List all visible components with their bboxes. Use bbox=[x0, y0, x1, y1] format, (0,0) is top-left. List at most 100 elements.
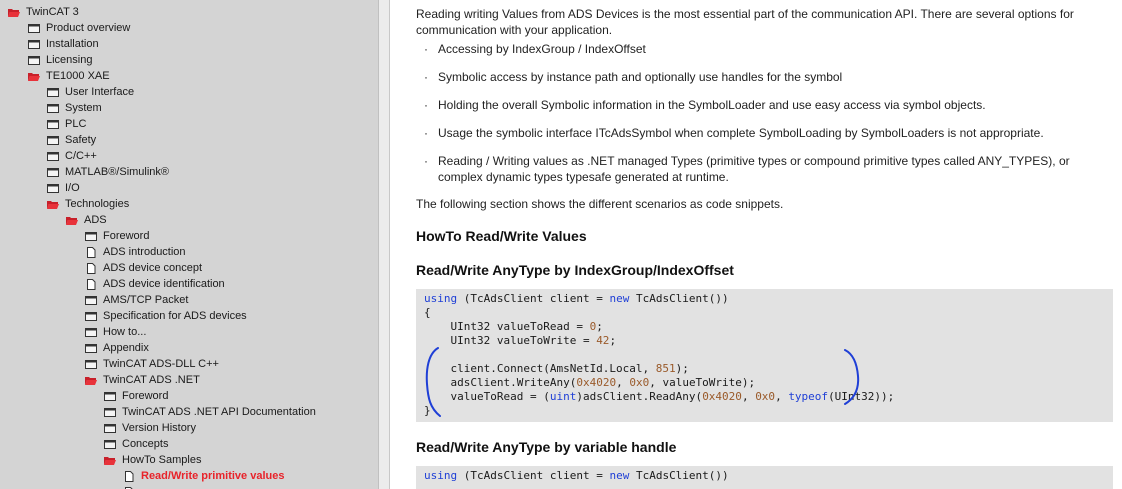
open-folder-icon bbox=[28, 72, 40, 81]
tree-item-appendix[interactable]: Appendix bbox=[85, 340, 149, 356]
tree-item-installation[interactable]: Installation bbox=[28, 36, 99, 52]
tree-item-c-cpp[interactable]: C/C++ bbox=[47, 148, 97, 164]
tree-item-concepts[interactable]: Concepts bbox=[104, 436, 168, 452]
tree-item-label: Specification for ADS devices bbox=[103, 310, 247, 322]
tree-item-howto-samples[interactable]: HowTo Samples bbox=[104, 452, 201, 468]
tree-item-ads-device-concept[interactable]: ADS device concept bbox=[85, 260, 202, 276]
right-bracket-annotation-icon bbox=[844, 349, 860, 405]
tree-item-label: ADS bbox=[84, 214, 107, 226]
tree-item-ads-introduction[interactable]: ADS introduction bbox=[85, 244, 186, 260]
book-icon bbox=[47, 87, 59, 97]
open-folder-icon bbox=[8, 8, 20, 17]
left-bracket-annotation-icon bbox=[425, 347, 441, 417]
tree-item-io[interactable]: I/O bbox=[47, 180, 80, 196]
code-text: using (TcAdsClient client = new TcAdsCli… bbox=[424, 469, 729, 482]
tree-item-safety[interactable]: Safety bbox=[47, 132, 96, 148]
page-icon bbox=[87, 246, 96, 258]
book-icon bbox=[47, 183, 59, 193]
bullet-dot-icon: · bbox=[424, 70, 428, 84]
pane-splitter[interactable] bbox=[378, 0, 390, 489]
code-block: using (TcAdsClient client = new TcAdsCli… bbox=[416, 289, 1113, 422]
following-paragraph: The following section shows the differen… bbox=[416, 197, 784, 211]
book-icon bbox=[85, 343, 97, 353]
tree-item-net-foreword[interactable]: Foreword bbox=[104, 388, 168, 404]
tree-item-label: ADS device identification bbox=[103, 278, 225, 290]
book-icon bbox=[28, 39, 40, 49]
subsection-heading: Read/Write AnyType by IndexGroup/IndexOf… bbox=[416, 262, 734, 278]
tree-item-label: Licensing bbox=[46, 54, 93, 66]
tree-item-ads-net[interactable]: TwinCAT ADS .NET bbox=[85, 372, 200, 388]
tree-item-label: C/C++ bbox=[65, 150, 97, 162]
tree-item-ads-device-identification[interactable]: ADS device identification bbox=[85, 276, 225, 292]
tree-item-label: TwinCAT ADS .NET bbox=[103, 374, 200, 386]
tree-item-net-api-docs[interactable]: TwinCAT ADS .NET API Documentation bbox=[104, 404, 316, 420]
tree-item-version-history[interactable]: Version History bbox=[104, 420, 196, 436]
tree-item-user-interface[interactable]: User Interface bbox=[47, 84, 134, 100]
tree-item-label: I/O bbox=[65, 182, 80, 194]
subsection-heading: Read/Write AnyType by variable handle bbox=[416, 439, 677, 455]
bullet-text: Accessing by IndexGroup / IndexOffset bbox=[438, 42, 646, 56]
book-icon bbox=[85, 311, 97, 321]
tree-item-label: TE1000 XAE bbox=[46, 70, 110, 82]
tree-item-label: TwinCAT 3 bbox=[26, 6, 79, 18]
tree-item-twincat3[interactable]: TwinCAT 3 bbox=[8, 4, 79, 20]
tree-item-label: ADS device concept bbox=[103, 262, 203, 274]
tree-item-label: Technologies bbox=[65, 198, 130, 210]
bullet-text: Holding the overall Symbolic information… bbox=[438, 98, 986, 112]
book-icon bbox=[104, 423, 116, 433]
tree-item-label: Appendix bbox=[103, 342, 149, 354]
tree-item-system[interactable]: System bbox=[47, 100, 102, 116]
tree-item-ads[interactable]: ADS bbox=[66, 212, 107, 228]
tree-item-label: ADS introduction bbox=[103, 246, 186, 258]
tree-item-product-overview[interactable]: Product overview bbox=[28, 20, 130, 36]
book-icon bbox=[47, 151, 59, 161]
tree-item-te1000-xae[interactable]: TE1000 XAE bbox=[28, 68, 110, 84]
bullet-dot-icon: · bbox=[424, 98, 428, 112]
intro-paragraph: Reading writing Values from ADS Devices … bbox=[416, 7, 1074, 37]
tree-item-label: How to... bbox=[103, 326, 147, 338]
toc-sidebar: TwinCAT 3 Product overview Installation … bbox=[0, 0, 378, 489]
tree-item-label: Product overview bbox=[46, 22, 131, 34]
page-icon bbox=[87, 262, 96, 274]
tree-item-ads-dll-cpp[interactable]: TwinCAT ADS-DLL C++ bbox=[85, 356, 219, 372]
code-text: using (TcAdsClient client = new TcAdsCli… bbox=[424, 292, 895, 417]
book-icon bbox=[104, 439, 116, 449]
book-icon bbox=[47, 103, 59, 113]
book-icon bbox=[47, 119, 59, 129]
bullet-dot-icon: · bbox=[424, 126, 428, 140]
tree-item-read-write-primitive-values[interactable]: Read/Write primitive values bbox=[123, 468, 284, 484]
tree-item-label: AMS/TCP Packet bbox=[103, 294, 189, 306]
tree-item-ams-tcp-packet[interactable]: AMS/TCP Packet bbox=[85, 292, 188, 308]
page-icon bbox=[87, 278, 96, 290]
book-icon bbox=[85, 231, 97, 241]
tree-item-partial[interactable] bbox=[123, 484, 141, 489]
bullet-text: Symbolic access by instance path and opt… bbox=[438, 70, 843, 84]
tree-item-label: Foreword bbox=[122, 390, 169, 402]
tree-item-label: Foreword bbox=[103, 230, 150, 242]
book-icon bbox=[104, 407, 116, 417]
page-icon bbox=[125, 470, 134, 482]
book-icon bbox=[47, 135, 59, 145]
book-icon bbox=[28, 55, 40, 65]
tree-item-label: Version History bbox=[122, 422, 196, 434]
tree-item-label: PLC bbox=[65, 118, 87, 130]
tree-item-how-to[interactable]: How to... bbox=[85, 324, 146, 340]
tree-item-technologies[interactable]: Technologies bbox=[47, 196, 129, 212]
tree-item-licensing[interactable]: Licensing bbox=[28, 52, 92, 68]
code-block: using (TcAdsClient client = new TcAdsCli… bbox=[416, 466, 1113, 489]
section-heading: HowTo Read/Write Values bbox=[416, 228, 587, 244]
tree-item-specification[interactable]: Specification for ADS devices bbox=[85, 308, 247, 324]
tree-item-label: Safety bbox=[65, 134, 97, 146]
tree-item-label: TwinCAT ADS-DLL C++ bbox=[103, 358, 219, 370]
tree-item-foreword[interactable]: Foreword bbox=[85, 228, 149, 244]
bullet-dot-icon: · bbox=[424, 42, 428, 56]
tree-item-label: MATLAB®/Simulink® bbox=[65, 166, 170, 178]
tree-item-matlab-simulink[interactable]: MATLAB®/Simulink® bbox=[47, 164, 169, 180]
open-folder-icon bbox=[47, 200, 59, 209]
open-folder-icon bbox=[85, 376, 97, 385]
tree-item-label: User Interface bbox=[65, 86, 135, 98]
tree-item-plc[interactable]: PLC bbox=[47, 116, 86, 132]
tree-item-label: TwinCAT ADS .NET API Documentation bbox=[122, 406, 316, 418]
tree-item-label: System bbox=[65, 102, 102, 114]
tree-item-label: Read/Write primitive values bbox=[141, 470, 285, 482]
